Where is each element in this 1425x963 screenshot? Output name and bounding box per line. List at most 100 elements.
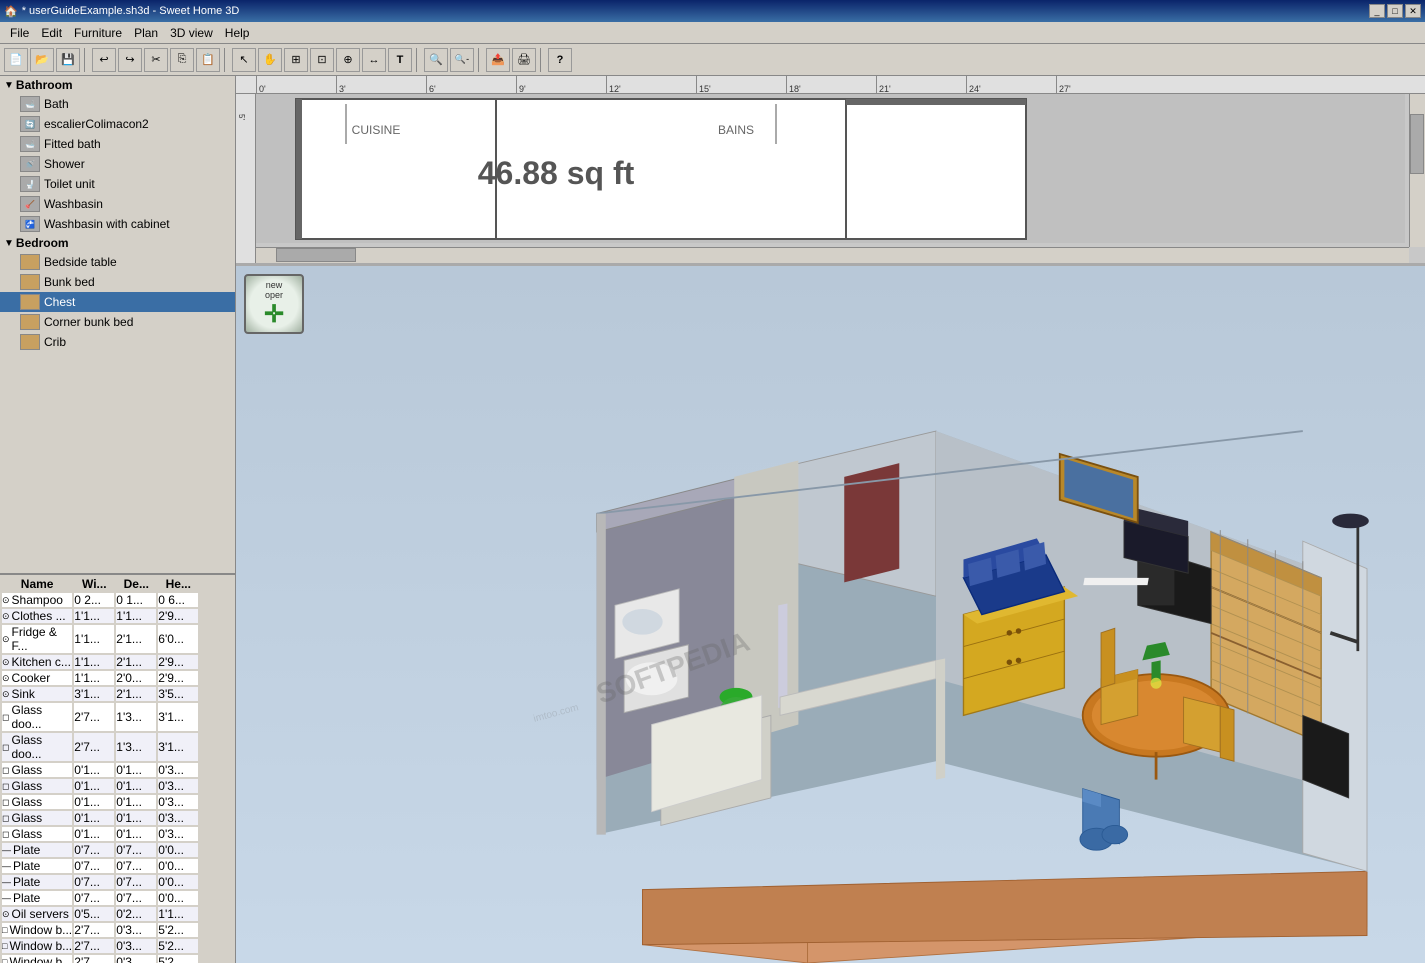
cut-button[interactable]: ✂	[144, 48, 168, 72]
createrooms-button[interactable]: ⊡	[310, 48, 334, 72]
menu-3dview[interactable]: 3D view	[164, 24, 219, 42]
item-toilet[interactable]: 🚽 Toilet unit	[0, 174, 235, 194]
table-row[interactable]: ◻ Glass 0'1... 0'1... 0'3...	[2, 795, 198, 809]
new-button[interactable]: 📄	[4, 48, 28, 72]
item-bath[interactable]: 🛁 Bath	[0, 94, 235, 114]
table-row[interactable]: ◻ Glass doo... 2'7... 1'3... 3'1...	[2, 733, 198, 761]
paste-button[interactable]: 📋	[196, 48, 220, 72]
item-shower[interactable]: 🚿 Shower	[0, 154, 235, 174]
cell-width: 3'1...	[74, 687, 114, 701]
category-bathroom[interactable]: ▼ Bathroom	[0, 76, 235, 94]
vscroll-2d-thumb[interactable]	[1410, 114, 1424, 174]
item-bedside[interactable]: Bedside table	[0, 252, 235, 272]
table-row[interactable]: □ Window b... 2'7... 0'3... 5'2...	[2, 955, 198, 963]
select-button[interactable]: ↖	[232, 48, 256, 72]
export-button[interactable]: 📤	[486, 48, 510, 72]
table-row[interactable]: ⊙ Clothes ... 1'1... 1'1... 2'9...	[2, 609, 198, 623]
item-fittedbath[interactable]: 🛁 Fitted bath	[0, 134, 235, 154]
item-crib[interactable]: Crib	[0, 332, 235, 352]
help-button[interactable]: ?	[548, 48, 572, 72]
menu-furniture[interactable]: Furniture	[68, 24, 128, 42]
open-button[interactable]: 📂	[30, 48, 54, 72]
item-escalier[interactable]: 🔄 escalierColimacon2	[0, 114, 235, 134]
h-scrollbar[interactable]	[256, 247, 1409, 263]
col-depth[interactable]: De...	[116, 577, 156, 591]
table-row[interactable]: □ Window b... 2'7... 0'3... 5'2...	[2, 923, 198, 937]
table-row[interactable]: — Plate 0'7... 0'7... 0'0...	[2, 859, 198, 873]
compass-control[interactable]: newoper ✛	[244, 274, 304, 334]
bottom-table-wrap: Name Wi... De... He... ⊙ Shampoo 0 2... …	[0, 573, 235, 963]
table-row[interactable]: — Plate 0'7... 0'7... 0'0...	[2, 843, 198, 857]
col-name[interactable]: Name	[2, 577, 72, 591]
createtext-button[interactable]: T	[388, 48, 412, 72]
toilet-icon: 🚽	[20, 176, 40, 192]
titlebar-controls[interactable]: _ □ ✕	[1369, 4, 1421, 18]
expand-bathroom-icon: ▼	[4, 80, 14, 91]
table-row[interactable]: ◻ Glass 0'1... 0'1... 0'3...	[2, 763, 198, 777]
table-row[interactable]: ⊙ Sink 3'1... 2'1... 3'5...	[2, 687, 198, 701]
item-washbasincab[interactable]: 🚰 Washbasin with cabinet	[0, 214, 235, 234]
furniture-table: Name Wi... De... He... ⊙ Shampoo 0 2... …	[0, 575, 200, 963]
floorplan[interactable]: CUISINE BAINS 46.88 sq ft	[256, 94, 1405, 243]
save-button[interactable]: 💾	[56, 48, 80, 72]
category-bedroom[interactable]: ▼ Bedroom	[0, 234, 235, 252]
cell-height: 1'1...	[158, 907, 198, 921]
col-height[interactable]: He...	[158, 577, 198, 591]
v-scrollbar-2d[interactable]	[1409, 94, 1425, 247]
ruler-top: 0' 3' 6' 9' 12' 15' 18' 21' 24' 27'	[236, 76, 1425, 94]
zoomout-button[interactable]: 🔍-	[450, 48, 474, 72]
col-width[interactable]: Wi...	[74, 577, 114, 591]
cell-depth: 2'1...	[116, 687, 156, 701]
view-3d[interactable]: newoper ✛ SOFTPEDIA imtoo.com	[236, 266, 1425, 963]
table-row[interactable]: — Plate 0'7... 0'7... 0'0...	[2, 891, 198, 905]
cell-height: 5'2...	[158, 923, 198, 937]
createfurniture-button[interactable]: ⊕	[336, 48, 360, 72]
washbasincab-icon: 🚰	[20, 216, 40, 232]
menu-edit[interactable]: Edit	[35, 24, 68, 42]
undo-button[interactable]: ↩	[92, 48, 116, 72]
cell-width: 2'7...	[74, 939, 114, 953]
table-row[interactable]: — Plate 0'7... 0'7... 0'0...	[2, 875, 198, 889]
table-row[interactable]: □ Window b... 2'7... 0'3... 5'2...	[2, 939, 198, 953]
item-bunkbed[interactable]: Bunk bed	[0, 272, 235, 292]
cell-name: ⊙ Sink	[2, 687, 72, 701]
ruler-15: 15'	[696, 76, 711, 94]
menu-file[interactable]: File	[4, 24, 35, 42]
table-row[interactable]: ⊙ Cooker 1'1... 2'0... 2'9...	[2, 671, 198, 685]
ruler-27: 27'	[1056, 76, 1071, 94]
item-chest[interactable]: Chest	[0, 292, 235, 312]
cell-name: ◻ Glass doo...	[2, 703, 72, 731]
cell-name: ◻ Glass	[2, 795, 72, 809]
item-cornerbunk[interactable]: Corner bunk bed	[0, 312, 235, 332]
table-row[interactable]: ◻ Glass 0'1... 0'1... 0'3...	[2, 779, 198, 793]
table-row[interactable]: ⊙ Shampoo 0 2... 0 1... 0 6...	[2, 593, 198, 607]
table-row[interactable]: ⊙ Fridge & F... 1'1... 2'1... 6'0...	[2, 625, 198, 653]
table-row[interactable]: ◻ Glass 0'1... 0'1... 0'3...	[2, 827, 198, 841]
cell-height: 0'3...	[158, 779, 198, 793]
pan-button[interactable]: ✋	[258, 48, 282, 72]
item-washbasin[interactable]: 🪠 Washbasin	[0, 194, 235, 214]
svg-text:46.88 sq ft: 46.88 sq ft	[478, 155, 635, 191]
maximize-button[interactable]: □	[1387, 4, 1403, 18]
menu-plan[interactable]: Plan	[128, 24, 164, 42]
print-button[interactable]: 🖨	[512, 48, 536, 72]
createwalls-button[interactable]: ⊞	[284, 48, 308, 72]
createdim-button[interactable]: ↔	[362, 48, 386, 72]
copy-button[interactable]: ⎘	[170, 48, 194, 72]
table-row[interactable]: ◻ Glass doo... 2'7... 1'3... 3'1...	[2, 703, 198, 731]
table-row[interactable]: ⊙ Oil servers 0'5... 0'2... 1'1...	[2, 907, 198, 921]
hscroll-thumb[interactable]	[276, 248, 356, 262]
zoomin-button[interactable]: 🔍	[424, 48, 448, 72]
cell-height: 0'0...	[158, 843, 198, 857]
redo-button[interactable]: ↪	[118, 48, 142, 72]
close-button[interactable]: ✕	[1405, 4, 1421, 18]
view-2d[interactable]: 5' 0' 3' 6' 9' 12' 15' 18' 21' 24' 27'	[236, 76, 1425, 266]
minimize-button[interactable]: _	[1369, 4, 1385, 18]
cell-height: 5'2...	[158, 939, 198, 953]
cell-depth: 0 1...	[116, 593, 156, 607]
table-row[interactable]: ⊙ Kitchen c... 1'1... 2'1... 2'9...	[2, 655, 198, 669]
cell-height: 3'1...	[158, 733, 198, 761]
table-row[interactable]: ◻ Glass 0'1... 0'1... 0'3...	[2, 811, 198, 825]
menu-help[interactable]: Help	[219, 24, 256, 42]
cell-width: 0'1...	[74, 811, 114, 825]
